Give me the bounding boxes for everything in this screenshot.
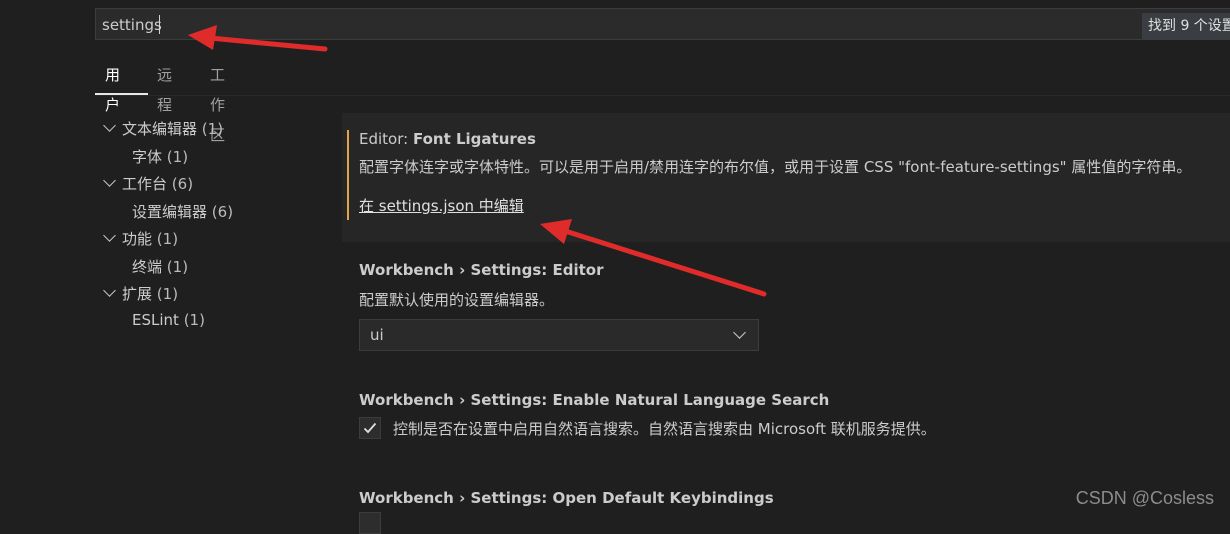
- annotation-arrow-link: [540, 219, 767, 297]
- annotation-arrow-search: [188, 25, 328, 52]
- annotation-arrows: [188, 25, 767, 297]
